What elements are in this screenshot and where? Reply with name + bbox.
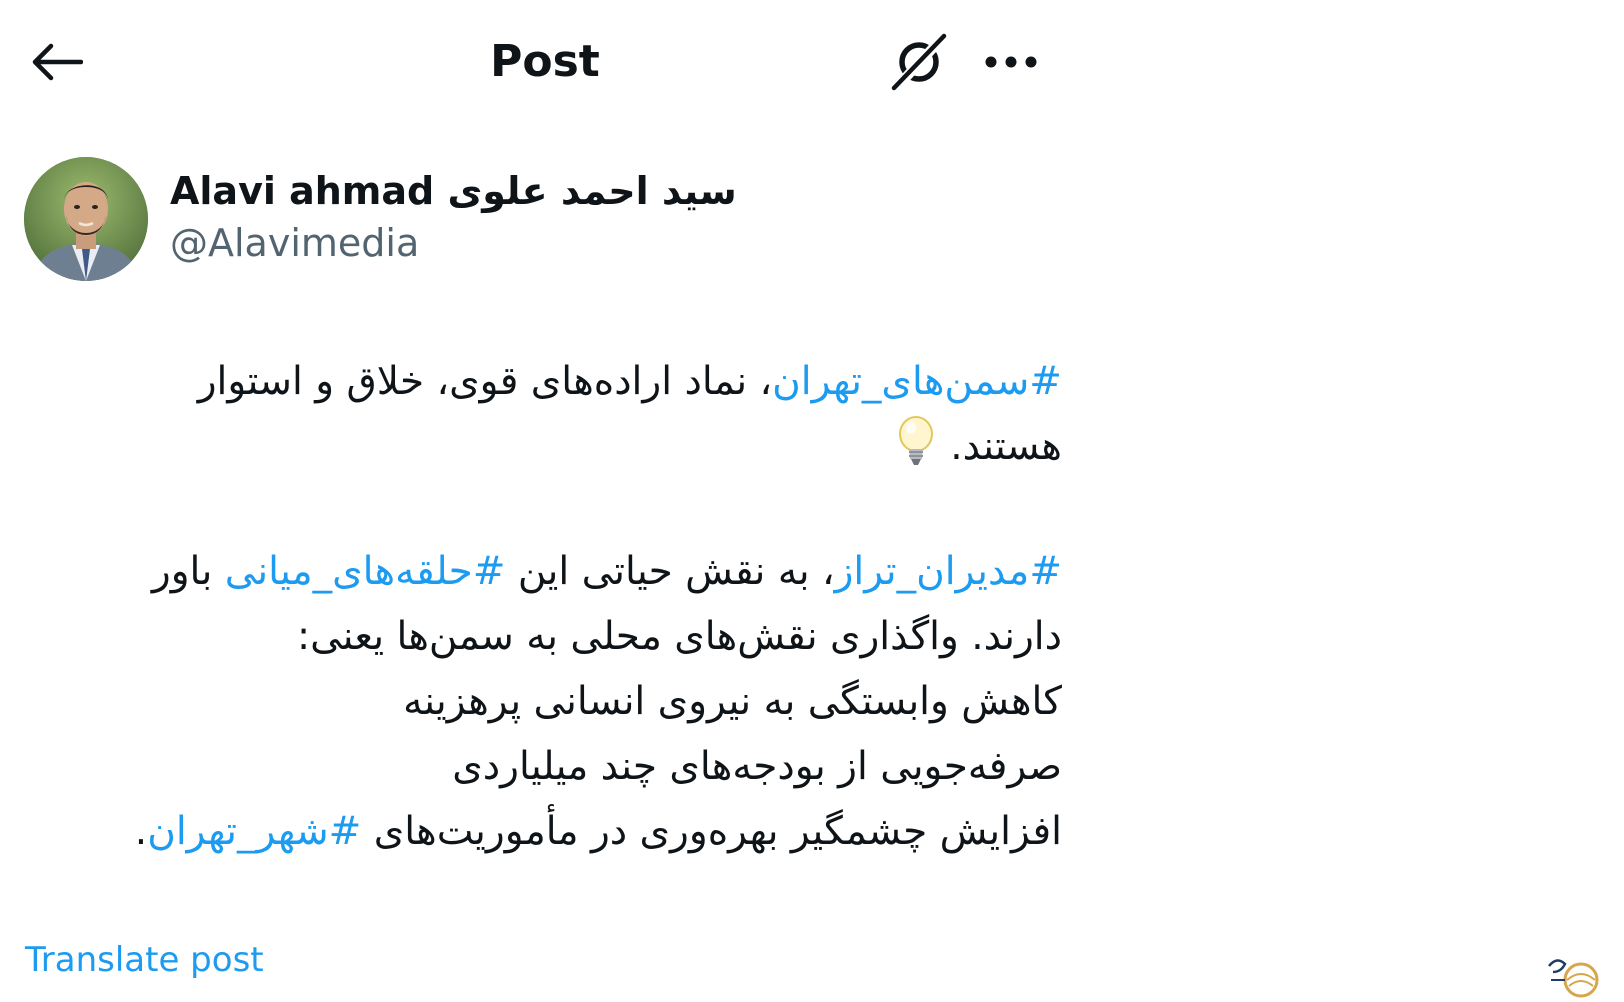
post-line: افزایش چشمگیر بهره‌وری در مأموریت‌های #ش… — [50, 799, 1062, 864]
post-blank-line — [50, 479, 1062, 539]
hashtag-link[interactable]: #حلقه‌های_میانی — [225, 549, 506, 594]
post-text-span: ، به نقش حیاتی این — [505, 549, 835, 594]
post-text-span: هستند. — [950, 424, 1062, 469]
post-line: صرفه‌جویی از بودجه‌های چند میلیاردی — [50, 734, 1062, 799]
post-line: #سمن‌های_تهران، نماد اراده‌های قوی، خلاق… — [50, 349, 1062, 414]
post-line: #مدیران_تراز، به نقش حیاتی این #حلقه‌های… — [50, 539, 1062, 604]
post-text-span: افزایش چشمگیر بهره‌وری در مأموریت‌های — [361, 809, 1062, 854]
hashtag-link[interactable]: #شهر_تهران — [147, 809, 361, 854]
post-text-span: . — [134, 809, 148, 854]
grok-button[interactable] — [888, 30, 952, 94]
more-dots-icon — [985, 56, 1037, 68]
post-line: هستند. — [50, 414, 1062, 479]
post-text-span: باور — [151, 549, 225, 594]
hashtag-link[interactable]: #مدیران_تراز — [835, 549, 1062, 594]
post-text-span: ، نماد اراده‌های قوی، خلاق و استوار — [197, 359, 773, 404]
avatar[interactable] — [24, 157, 148, 281]
translate-post-link[interactable]: Translate post — [25, 937, 264, 983]
more-options-button[interactable] — [978, 38, 1044, 86]
grok-icon — [891, 31, 949, 93]
author-photo — [24, 157, 148, 281]
author-handle[interactable]: @Alavimedia — [170, 218, 419, 268]
post-text: #سمن‌های_تهران، نماد اراده‌های قوی، خلاق… — [50, 349, 1062, 864]
light-bulb-icon — [896, 415, 936, 469]
top-bar: Post — [0, 0, 1060, 120]
author-display-name[interactable]: سید احمد علوی Alavi ahmad — [170, 166, 737, 216]
watermark-logo — [1543, 950, 1607, 998]
post-text-span: دارند. واگذاری نقش‌های محلی به سمن‌ها یع… — [296, 614, 1062, 659]
post-line: دارند. واگذاری نقش‌های محلی به سمن‌ها یع… — [50, 604, 1062, 669]
post-text-span: صرفه‌جویی از بودجه‌های چند میلیاردی — [452, 744, 1062, 789]
hashtag-link[interactable]: #سمن‌های_تهران — [772, 359, 1062, 404]
post-line: کاهش وابستگی به نیروی انسانی پرهزینه — [50, 669, 1062, 734]
post-text-span: کاهش وابستگی به نیروی انسانی پرهزینه — [403, 679, 1062, 724]
